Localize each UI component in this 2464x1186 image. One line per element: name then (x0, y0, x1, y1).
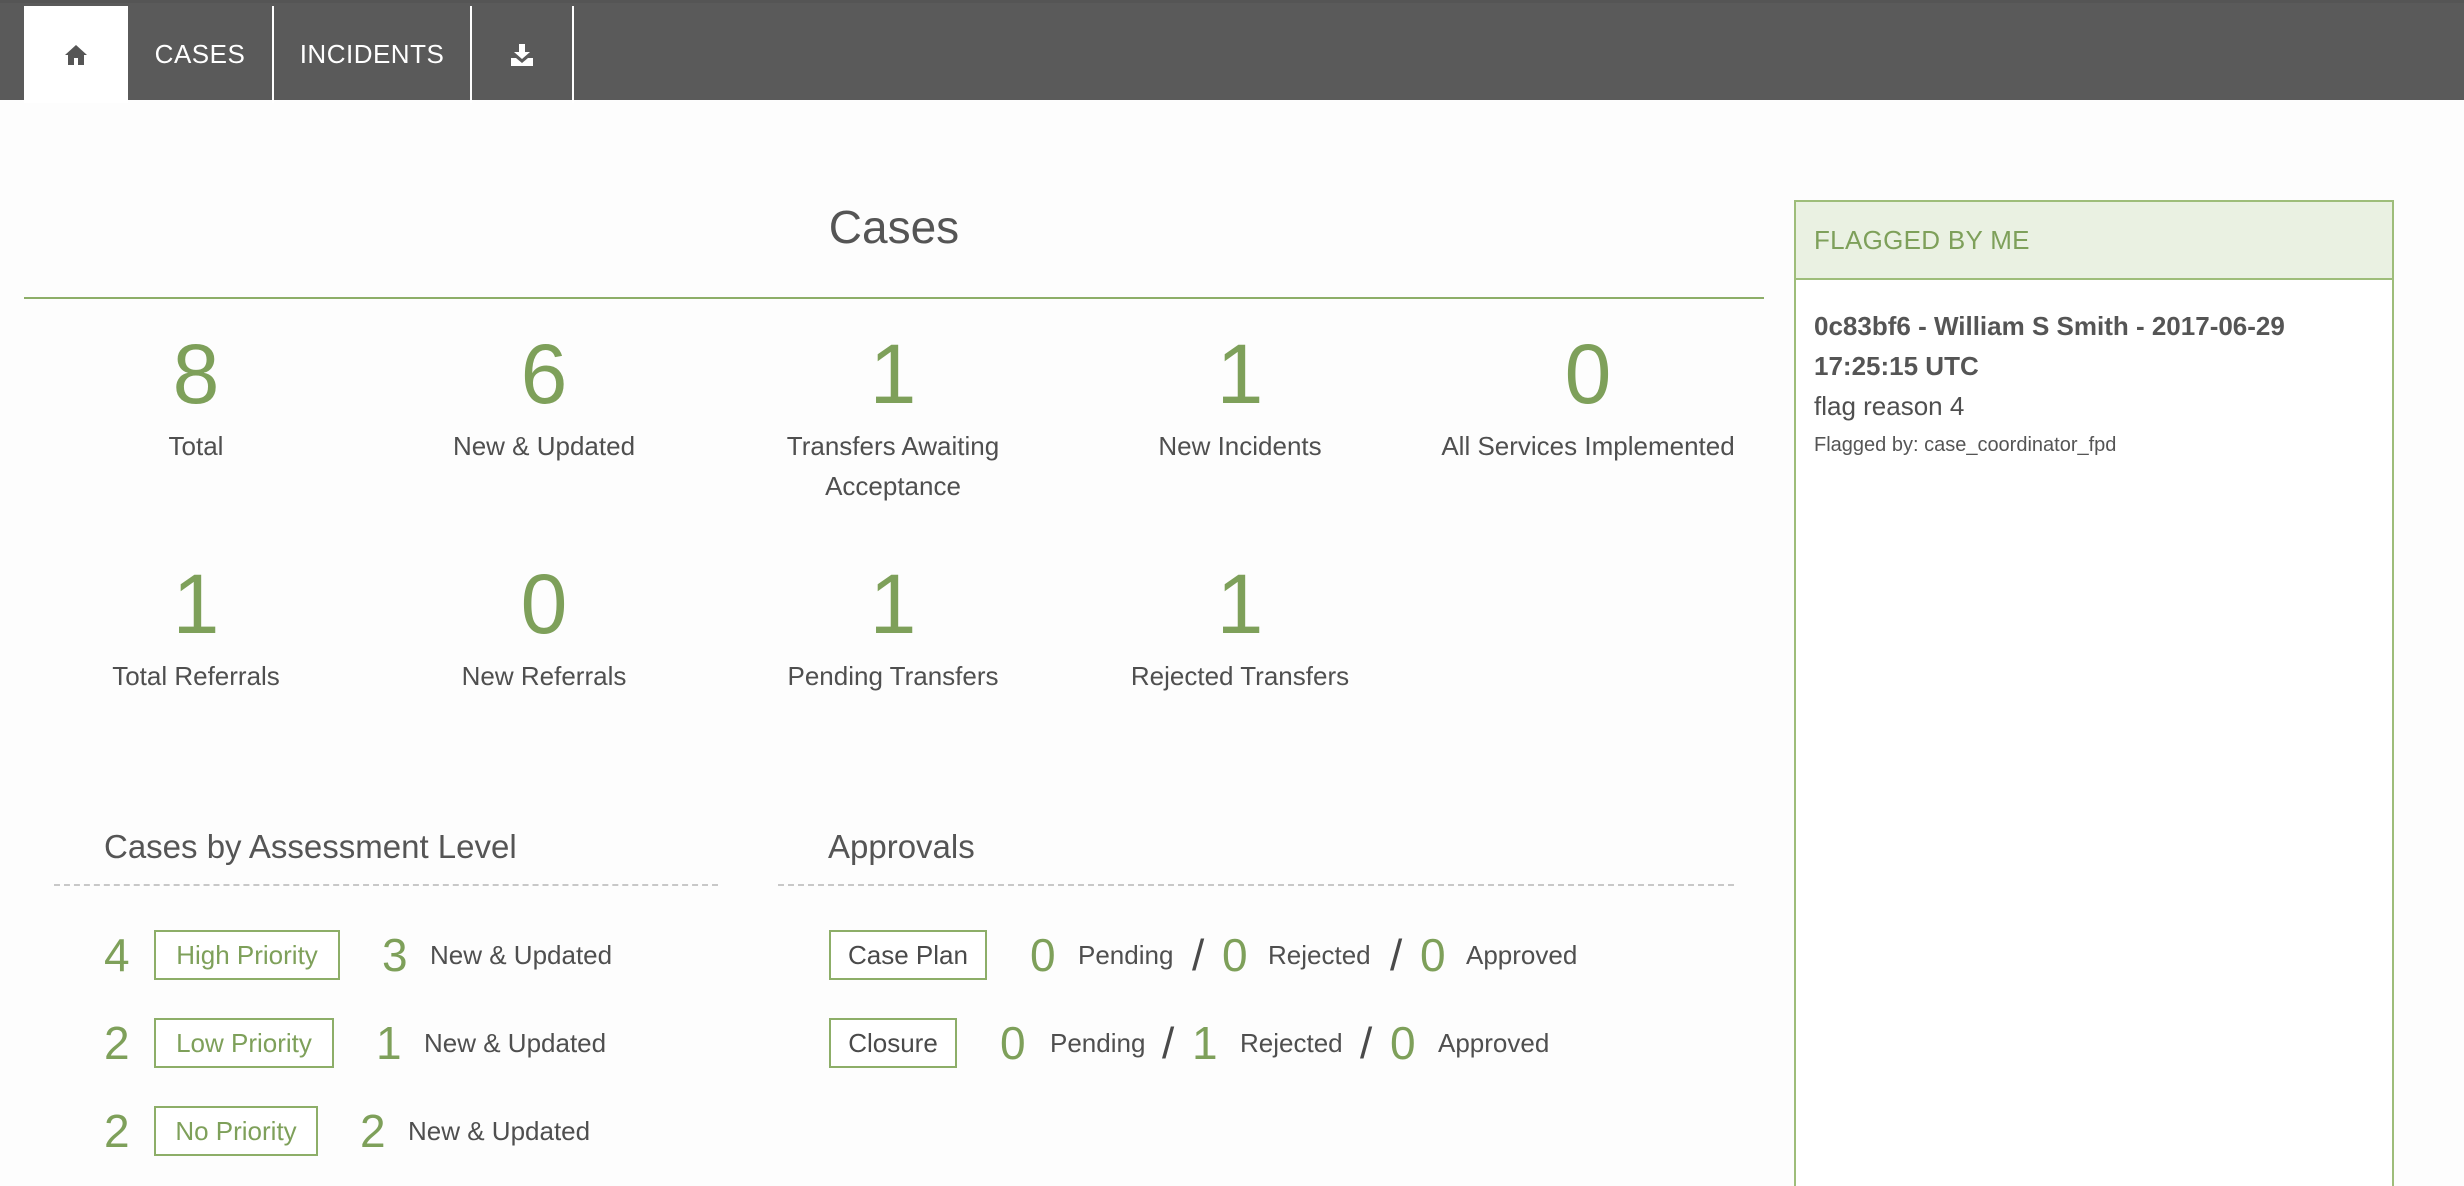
approvals-pending-label: Pending (1050, 1028, 1146, 1058)
home-icon (64, 44, 88, 66)
stat-value: 0 (1564, 327, 1612, 421)
assessment-new-label: New & Updated (408, 1116, 591, 1146)
stat-label: Rejected Transfers (1130, 661, 1350, 691)
badge-low-priority[interactable]: Low Priority (154, 1018, 334, 1068)
separator: / (1192, 931, 1205, 980)
stat-value: 8 (172, 327, 220, 421)
assessment-new-count[interactable]: 1 (376, 1020, 402, 1066)
approvals-rejected-count[interactable]: 1 (1192, 1020, 1218, 1066)
stat-pending-transfers[interactable]: 1 Pending Transfers (733, 562, 1053, 696)
stat-total-referrals[interactable]: 1 Total Referrals (36, 562, 356, 696)
assessment-divider (54, 884, 718, 886)
stat-rejected-transfers[interactable]: 1 Rejected Transfers (1080, 562, 1400, 696)
stat-new-updated[interactable]: 6 New & Updated (384, 332, 704, 466)
stat-label: New Referrals (461, 661, 627, 691)
stat-label: Pending Transfers (787, 661, 999, 691)
stat-new-referrals[interactable]: 0 New Referrals (384, 562, 704, 696)
assessment-new-label: New & Updated (424, 1028, 607, 1058)
approvals-approved-label: Approved (1466, 940, 1578, 970)
flagged-list: 0c83bf6 - William S Smith - 2017-06-29 1… (1796, 280, 2392, 483)
stat-value: 1 (1216, 327, 1264, 421)
badge-closure[interactable]: Closure (829, 1018, 957, 1068)
approvals-approved-count[interactable]: 0 (1390, 1020, 1416, 1066)
approvals-divider (778, 884, 1734, 886)
flagged-case-link[interactable]: 0c83bf6 - William S Smith - 2017-06-29 1… (1814, 306, 2374, 386)
approvals-approved-label: Approved (1438, 1028, 1550, 1058)
tab-download[interactable] (472, 6, 574, 103)
stat-value: 6 (520, 327, 568, 421)
stat-all-services[interactable]: 0 All Services Implemented (1418, 332, 1758, 466)
approvals-approved-count[interactable]: 0 (1420, 932, 1446, 978)
flagged-by: Flagged by: case_coordinator_fpd (1814, 434, 2117, 456)
approvals-pending-count[interactable]: 0 (1000, 1020, 1026, 1066)
stat-value: 1 (869, 327, 917, 421)
separator: / (1390, 931, 1403, 980)
assessment-count: 2 (104, 1017, 130, 1069)
approvals-title: Approvals (828, 828, 975, 865)
badge-high-priority[interactable]: High Priority (154, 930, 340, 980)
stat-label: All Services Implemented (1441, 431, 1735, 461)
flagged-panel-title: FLAGGED BY ME (1796, 202, 2392, 280)
approvals-rejected-label: Rejected (1268, 940, 1371, 970)
assessment-new-count[interactable]: 2 (360, 1108, 386, 1154)
stat-new-incidents[interactable]: 1 New Incidents (1080, 332, 1400, 466)
stat-transfers-awaiting[interactable]: 1 Transfers Awaiting Acceptance (733, 332, 1053, 506)
tab-cases[interactable]: CASES (128, 6, 274, 103)
separator: / (1360, 1019, 1373, 1068)
assessment-title: Cases by Assessment Level (104, 828, 517, 865)
download-icon (510, 43, 534, 66)
stat-total[interactable]: 8 Total (36, 332, 356, 466)
stat-label: New & Updated (452, 431, 636, 461)
approvals-rejected-label: Rejected (1240, 1028, 1343, 1058)
flag-reason: flag reason 4 (1814, 391, 1965, 421)
badge-case-plan[interactable]: Case Plan (829, 930, 987, 980)
assessment-new-count[interactable]: 3 (382, 932, 408, 978)
tab-home[interactable] (24, 6, 128, 103)
stat-value: 1 (172, 557, 220, 651)
approvals-rejected-count[interactable]: 0 (1222, 932, 1248, 978)
cases-divider (24, 297, 1764, 299)
flagged-panel: FLAGGED BY ME 0c83bf6 - William S Smith … (1794, 200, 2394, 1186)
badge-no-priority[interactable]: No Priority (154, 1106, 318, 1156)
stat-label: Transfers Awaiting Acceptance (786, 431, 1000, 501)
stat-label: Total Referrals (112, 661, 280, 691)
assessment-count: 2 (104, 1105, 130, 1157)
stat-value: 0 (520, 557, 568, 651)
cases-title: Cases (828, 201, 960, 253)
approvals-pending-label: Pending (1078, 940, 1174, 970)
assessment-new-label: New & Updated (430, 940, 613, 970)
stat-value: 1 (1216, 557, 1264, 651)
approvals-pending-count[interactable]: 0 (1030, 932, 1056, 978)
stat-value: 1 (869, 557, 917, 651)
stat-label: New Incidents (1158, 431, 1322, 461)
tab-incidents[interactable]: INCIDENTS (274, 6, 472, 103)
separator: / (1162, 1019, 1175, 1068)
assessment-count: 4 (104, 929, 130, 981)
stat-label: Total (168, 431, 224, 461)
top-navigation: CASES INCIDENTS (0, 0, 2464, 103)
